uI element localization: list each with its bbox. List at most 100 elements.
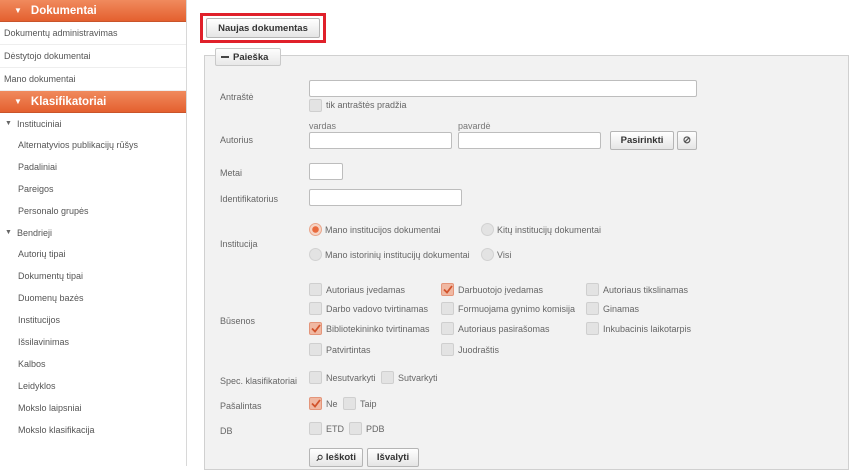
last-name-input[interactable] [458,132,601,149]
sidebar-item-destytojo-dokumentai[interactable]: Dėstytojo dokumentai [0,45,186,68]
choose-author-button[interactable]: Pasirinkti [610,131,674,150]
triangle-down-icon: ▼ [5,229,12,236]
first-name-input[interactable] [309,132,452,149]
status-label-bibliotekininko-tvirtinamas: Bibliotekininko tvirtinamas [326,324,430,334]
title-label: Antraštė [220,92,254,102]
new-document-button[interactable]: Naujas dokumentas [206,18,320,38]
status-label-autoriaus-pasirasomas: Autoriaus pasirašomas [458,324,550,334]
group-title: Bendrieji [16,227,52,238]
sidebar-item-mokslo-laipsniai[interactable]: Mokslo laipsniai [0,397,186,419]
title-start-checkbox[interactable] [309,99,322,112]
section-title: Klasifikatoriai [30,95,107,108]
spec-classifiers-label: Spec. klasifikatoriai [220,376,298,386]
radio-other-institutions-label: Kitų institucijų dokumentai [497,225,602,235]
first-name-label: vardas [309,121,337,131]
status-checkbox-autoriaus-ivedamas[interactable] [309,283,322,296]
status-checkbox-darbuotojo-ivedamas[interactable] [441,283,454,296]
status-label-darbo-vadovo-tvirtinamas: Darbo vadovo tvirtinamas [326,304,429,314]
status-label: Būsenos [220,316,256,326]
status-checkbox-inkubacinis-laikotarpis[interactable] [586,322,599,335]
author-label: Autorius [220,135,254,145]
status-checkbox-patvirtintas[interactable] [309,343,322,356]
triangle-down-icon: ▼ [14,97,22,106]
status-checkbox-autoriaus-tikslinamas[interactable] [586,283,599,296]
sidebar-item-mano-dokumentai[interactable]: Mano dokumentai [0,68,186,91]
removed-label: Pašalintas [220,401,262,411]
status-label-autoriaus-ivedamas: Autoriaus įvedamas [326,285,406,295]
status-checkbox-juodrastis[interactable] [441,343,454,356]
removed-label-taip: Taip [360,399,377,409]
sidebar-item-pareigos[interactable]: Pareigos [0,178,186,200]
year-input[interactable] [309,163,343,180]
group-title: Instituciniai [16,118,62,129]
db-label: DB [220,426,233,436]
sidebar-item-issilavinimas[interactable]: Išsilavinimas [0,331,186,353]
sidebar-item-padaliniai[interactable]: Padaliniai [0,156,186,178]
status-label-patvirtintas: Patvirtintas [326,345,371,355]
radio-historical-institutions-label: Mano istorinių institucijų dokumentai [325,250,470,260]
minus-icon [221,56,229,58]
main-content: Naujas dokumentas Paieška Antraštė tik a… [196,0,851,470]
search-panel-toggle[interactable]: Paieška [215,48,281,66]
spec-checkbox-nesutvarkyti[interactable] [309,371,322,384]
triangle-down-icon: ▼ [14,6,22,15]
sidebar-group-instituciniai[interactable]: ▼ Instituciniai [0,113,186,134]
title-start-label: tik antraštės pradžia [326,100,407,110]
sidebar-item-dokumentu-tipai[interactable]: Dokumentų tipai [0,265,186,287]
radio-my-institution-label: Mano institucijos dokumentai [325,225,441,235]
spec-label-sutvarkyti: Sutvarkyti [398,373,438,383]
status-checkbox-darbo-vadovo-tvirtinamas[interactable] [309,302,322,315]
clear-author-icon[interactable]: ⊘ [677,131,697,150]
new-document-highlight: Naujas dokumentas [200,13,326,43]
db-checkbox-etd[interactable] [309,422,322,435]
radio-other-institutions[interactable] [481,223,494,236]
sidebar-item-autoriu-tipai[interactable]: Autorių tipai [0,243,186,265]
radio-my-institution[interactable] [309,223,322,236]
radio-historical-institutions[interactable] [309,248,322,261]
search-icon [316,454,323,461]
spec-checkbox-sutvarkyti[interactable] [381,371,394,384]
status-checkbox-bibliotekininko-tvirtinamas[interactable] [309,322,322,335]
section-title: Dokumentai [30,4,97,17]
radio-all[interactable] [481,248,494,261]
sidebar-item-leidyklos[interactable]: Leidyklos [0,375,186,397]
clear-button[interactable]: Išvalyti [367,448,419,467]
triangle-down-icon: ▼ [5,120,12,127]
status-label-ginamas: Ginamas [603,304,640,314]
year-label: Metai [220,168,243,178]
status-label-juodrastis: Juodraštis [458,345,500,355]
search-panel-title: Paieška [233,51,269,63]
status-label-darbuotojo-ivedamas: Darbuotojo įvedamas [458,285,544,295]
sidebar-group-bendrieji[interactable]: ▼ Bendrieji [0,222,186,243]
section-header-klasifikatoriai[interactable]: ▼ Klasifikatoriai [0,91,186,113]
institution-label: Institucija [220,239,258,249]
sidebar-item-personalo-grupes[interactable]: Personalo grupės [0,200,186,222]
sidebar-item-institucijos[interactable]: Institucijos [0,309,186,331]
status-checkbox-formuojama-gynimo-komisija[interactable] [441,302,454,315]
removed-checkbox-ne[interactable] [309,397,322,410]
search-panel: Paieška Antraštė tik antraštės pradžia v… [204,48,849,470]
identifier-label: Identifikatorius [220,194,279,204]
identifier-input[interactable] [309,189,462,206]
removed-checkbox-taip[interactable] [343,397,356,410]
section-header-dokumentai[interactable]: ▼ Dokumentai [0,0,186,22]
status-label-inkubacinis-laikotarpis: Inkubacinis laikotarpis [603,324,692,334]
title-input[interactable] [309,80,697,97]
spec-label-nesutvarkyti: Nesutvarkyti [326,373,376,383]
status-label-autoriaus-tikslinamas: Autoriaus tikslinamas [603,285,689,295]
sidebar-item-dokumentu-administravimas[interactable]: Dokumentų administravimas [0,22,186,45]
sidebar-item-alternatyvios[interactable]: Alternatyvios publikacijų rūšys [0,134,186,156]
sidebar-item-duomenu-bazes[interactable]: Duomenų bazės [0,287,186,309]
sidebar-item-mokslo-klasifikacija[interactable]: Mokslo klasifikacija [0,419,186,441]
db-label-pdb: PDB [366,424,385,434]
status-label-formuojama-gynimo-komisija: Formuojama gynimo komisija [458,304,576,314]
sidebar-item-kalbos[interactable]: Kalbos [0,353,186,375]
status-checkbox-autoriaus-pasirasomas[interactable] [441,322,454,335]
search-button-label: Ieškoti [325,452,356,463]
status-checkbox-ginamas[interactable] [586,302,599,315]
radio-all-label: Visi [497,250,512,260]
db-checkbox-pdb[interactable] [349,422,362,435]
search-button[interactable]: Ieškoti [309,448,363,467]
sidebar: ▼ Dokumentai Dokumentų administravimas D… [0,0,187,466]
last-name-label: pavardė [458,121,491,131]
